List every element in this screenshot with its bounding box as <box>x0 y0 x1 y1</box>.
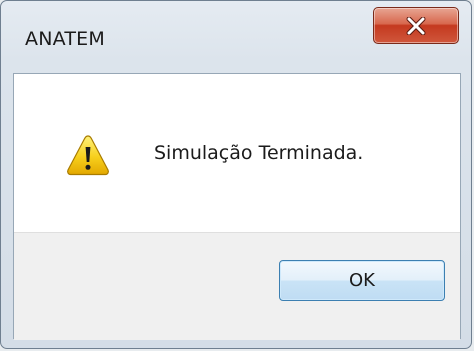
close-icon <box>406 16 426 35</box>
warning-icon <box>67 135 109 176</box>
ok-button[interactable]: OK <box>279 260 445 301</box>
message-box-window: ANATEM Simulação Terminada. OK <box>0 0 472 349</box>
button-bar: OK <box>14 232 460 340</box>
dialog-client-area: Simulação Terminada. OK <box>13 73 461 340</box>
window-title: ANATEM <box>25 28 105 50</box>
title-bar[interactable]: ANATEM <box>1 1 471 73</box>
message-area: Simulação Terminada. <box>14 74 460 232</box>
close-button[interactable] <box>373 7 459 44</box>
message-text: Simulação Terminada. <box>154 142 364 164</box>
